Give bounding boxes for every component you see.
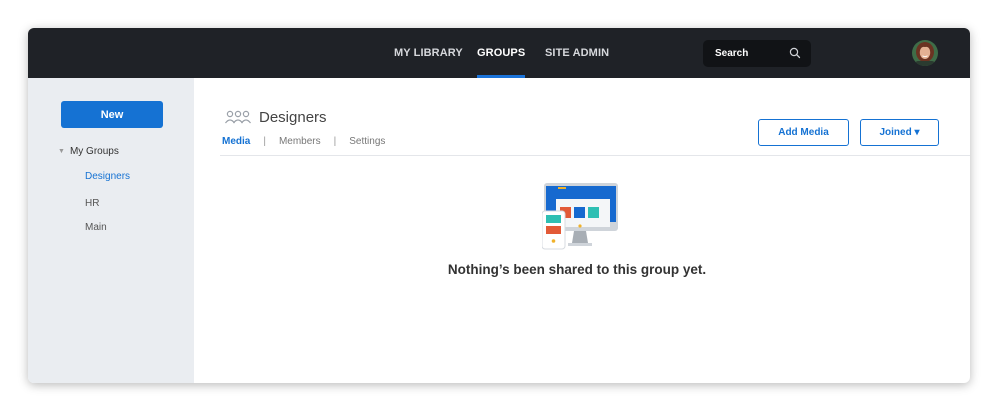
my-groups-label: My Groups	[69, 146, 119, 157]
add-media-button[interactable]: Add Media	[758, 119, 849, 146]
empty-devices-illustration	[542, 183, 618, 250]
tabs-divider	[220, 155, 970, 156]
user-avatar[interactable]	[912, 40, 938, 66]
group-title: Designers	[259, 109, 327, 126]
search-icon[interactable]	[789, 47, 801, 59]
nav-site-admin[interactable]: SITE ADMIN	[545, 28, 609, 78]
group-icon	[225, 110, 251, 124]
primary-nav: MY LIBRARY GROUPS SITE ADMIN	[28, 28, 970, 78]
empty-state-message: Nothing’s been shared to this group yet.	[447, 262, 707, 277]
joined-dropdown-button[interactable]: Joined ▾	[860, 119, 939, 146]
main-content: Designers Media | Members | Settings Add…	[194, 78, 970, 383]
tab-separator: |	[333, 136, 337, 147]
sidebar: New ▼ My Groups Designers HR Main	[28, 78, 194, 383]
sidebar-item-main[interactable]: Main	[85, 222, 107, 233]
nav-groups[interactable]: GROUPS	[477, 28, 526, 78]
tab-media[interactable]: Media	[222, 136, 250, 147]
nav-groups-label: GROUPS	[477, 47, 526, 59]
nav-my-library-label: MY LIBRARY	[394, 47, 463, 59]
sidebar-item-hr[interactable]: HR	[85, 198, 99, 209]
tab-members[interactable]: Members	[279, 136, 321, 147]
sidebar-item-designers[interactable]: Designers	[85, 171, 130, 182]
tab-separator: |	[263, 136, 266, 147]
app-window: MY LIBRARY GROUPS SITE ADMIN Search New …	[28, 28, 970, 383]
group-tabs: Media | Members | Settings	[222, 136, 385, 147]
nav-my-library[interactable]: MY LIBRARY	[394, 28, 463, 78]
new-button[interactable]: New	[61, 101, 163, 128]
tab-settings[interactable]: Settings	[349, 136, 385, 147]
nav-site-admin-label: SITE ADMIN	[545, 47, 610, 59]
top-navigation-bar: MY LIBRARY GROUPS SITE ADMIN Search	[28, 28, 970, 78]
search-box[interactable]: Search	[703, 40, 811, 67]
caret-down-icon: ▼	[58, 148, 65, 155]
my-groups-toggle[interactable]: ▼ My Groups	[58, 146, 119, 157]
search-label: Search	[715, 48, 749, 59]
